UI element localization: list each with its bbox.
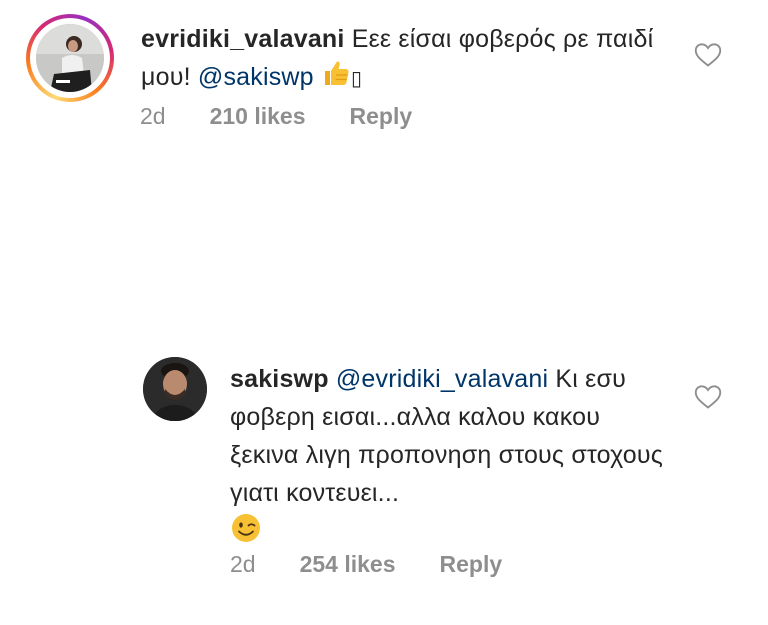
reply-button[interactable]: Reply	[350, 103, 413, 130]
reply-button[interactable]: Reply	[440, 551, 503, 578]
comment-meta: 2d 254 likes Reply	[230, 551, 546, 578]
unrendered-glyph: ▯	[350, 68, 363, 91]
comment-time: 2d	[140, 103, 166, 129]
comment-username[interactable]: evridiki_valavani	[141, 25, 345, 53]
mention-link[interactable]: @evridiki_valavani	[336, 365, 548, 393]
winking-face-icon	[230, 512, 262, 555]
comment-text: sakiswp @evridiki_valavani Κι εσυ φοβερη…	[230, 360, 675, 555]
likes-count[interactable]: 210 likes	[210, 103, 306, 130]
comment-evridiki: evridiki_valavani Εεε είσαι φοβερός ρε π…	[0, 0, 768, 150]
mention-link[interactable]: @sakiswp	[198, 63, 314, 91]
comment-text: evridiki_valavani Εεε είσαι φοβερός ρε π…	[141, 20, 681, 99]
heart-icon[interactable]	[694, 42, 722, 68]
avatar[interactable]	[36, 24, 104, 92]
story-ring[interactable]	[26, 14, 114, 102]
avatar[interactable]	[143, 357, 207, 421]
heart-icon[interactable]	[694, 384, 722, 410]
comment-sakiswp: sakiswp @evridiki_valavani Κι εσυ φοβερη…	[0, 340, 768, 600]
thumbs-up-icon	[321, 58, 351, 99]
comment-time: 2d	[230, 551, 256, 577]
comment-username[interactable]: sakiswp	[230, 365, 329, 393]
likes-count[interactable]: 254 likes	[300, 551, 396, 578]
comment-meta: 2d 210 likes Reply	[140, 103, 456, 130]
